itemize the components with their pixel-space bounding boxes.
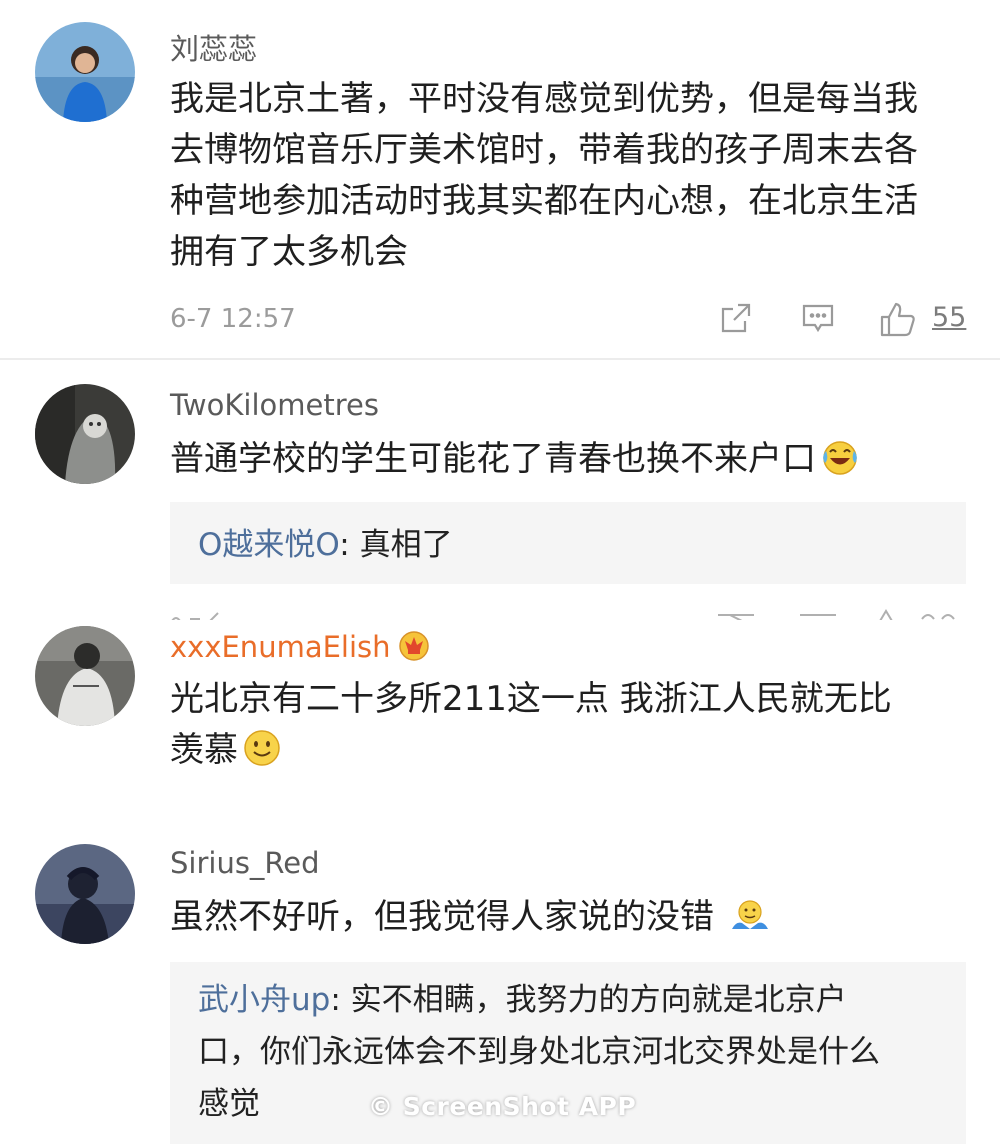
- comment-text: 普通学校的学生可能花了青春也换不来户口: [170, 434, 970, 485]
- obscured-meta-row: [170, 606, 970, 620]
- reply-text: : 实不相瞒，我努力的方向就是北京户: [330, 982, 847, 1018]
- shrug-emoji: [728, 895, 768, 935]
- thumbs-up-icon[interactable]: [878, 300, 918, 340]
- crown-badge-icon: [397, 628, 431, 662]
- username[interactable]: Sirius_Red: [170, 846, 320, 880]
- comment-item: TwoKilometres 普通学校的学生可能花了青春也换不来户口 O越来悦O:…: [0, 360, 1000, 620]
- comment-line: 去博物馆音乐厅美术馆时，带着我的孩子周末去各: [170, 130, 918, 170]
- comment-text: 虽然不好听，但我觉得人家说的没错: [170, 892, 970, 943]
- username[interactable]: xxxEnumaElish: [170, 628, 431, 664]
- comment-icon[interactable]: [800, 300, 836, 336]
- reply-author[interactable]: 武小舟up: [198, 982, 330, 1018]
- avatar[interactable]: [35, 22, 135, 122]
- comment-line: 种营地参加活动时我其实都在内心想，在北京生活: [170, 181, 918, 221]
- reply-line: O越来悦O: 真相了: [170, 502, 966, 571]
- laugh-cry-emoji: [820, 437, 860, 477]
- avatar[interactable]: [35, 384, 135, 484]
- username[interactable]: 刘蕊蕊: [170, 26, 257, 68]
- timestamp: 6-7 12:57: [170, 304, 296, 334]
- avatar[interactable]: [35, 844, 135, 944]
- watermark: © ScreenShot APP: [368, 1092, 637, 1121]
- comment-text: 我是北京土著，平时没有感觉到优势，但是每当我 去博物馆音乐厅美术馆时，带着我的孩…: [170, 74, 970, 278]
- comment-line: 我是北京土著，平时没有感觉到优势，但是每当我: [170, 79, 918, 119]
- comment-line: 光北京有二十多所211这一点 我浙江人民就无比: [170, 679, 892, 719]
- comment-line: 虽然不好听，但我觉得人家说的没错: [170, 897, 714, 937]
- avatar[interactable]: [35, 626, 135, 726]
- comment-item: xxxEnumaElish 光北京有二十多所211这一点 我浙江人民就无比 羡慕: [0, 620, 1000, 820]
- username-text: xxxEnumaElish: [170, 630, 391, 664]
- reply-box[interactable]: O越来悦O: 真相了: [170, 502, 966, 584]
- username[interactable]: TwoKilometres: [170, 388, 379, 422]
- comment-text: 光北京有二十多所211这一点 我浙江人民就无比 羡慕: [170, 674, 970, 776]
- comment-item: 刘蕊蕊 我是北京土著，平时没有感觉到优势，但是每当我 去博物馆音乐厅美术馆时，带…: [0, 0, 1000, 358]
- comment-line: 羡慕: [170, 725, 970, 776]
- comment-line: 普通学校的学生可能花了青春也换不来户口: [170, 439, 816, 479]
- reply-text: : 真相了: [339, 527, 453, 563]
- like-count[interactable]: 55: [932, 302, 966, 333]
- comment-line: 拥有了太多机会: [170, 232, 408, 272]
- reply-line: 口，你们永远体会不到身处北京河北交界处是什么: [198, 1034, 880, 1070]
- smile-emoji: [242, 728, 282, 768]
- reply-line: 武小舟up: 实不相瞒，我努力的方向就是北京户: [198, 974, 966, 1026]
- reply-author[interactable]: O越来悦O: [198, 527, 339, 563]
- comment-meta: 6-7 12:57 55: [170, 300, 970, 340]
- share-icon[interactable]: [718, 300, 754, 336]
